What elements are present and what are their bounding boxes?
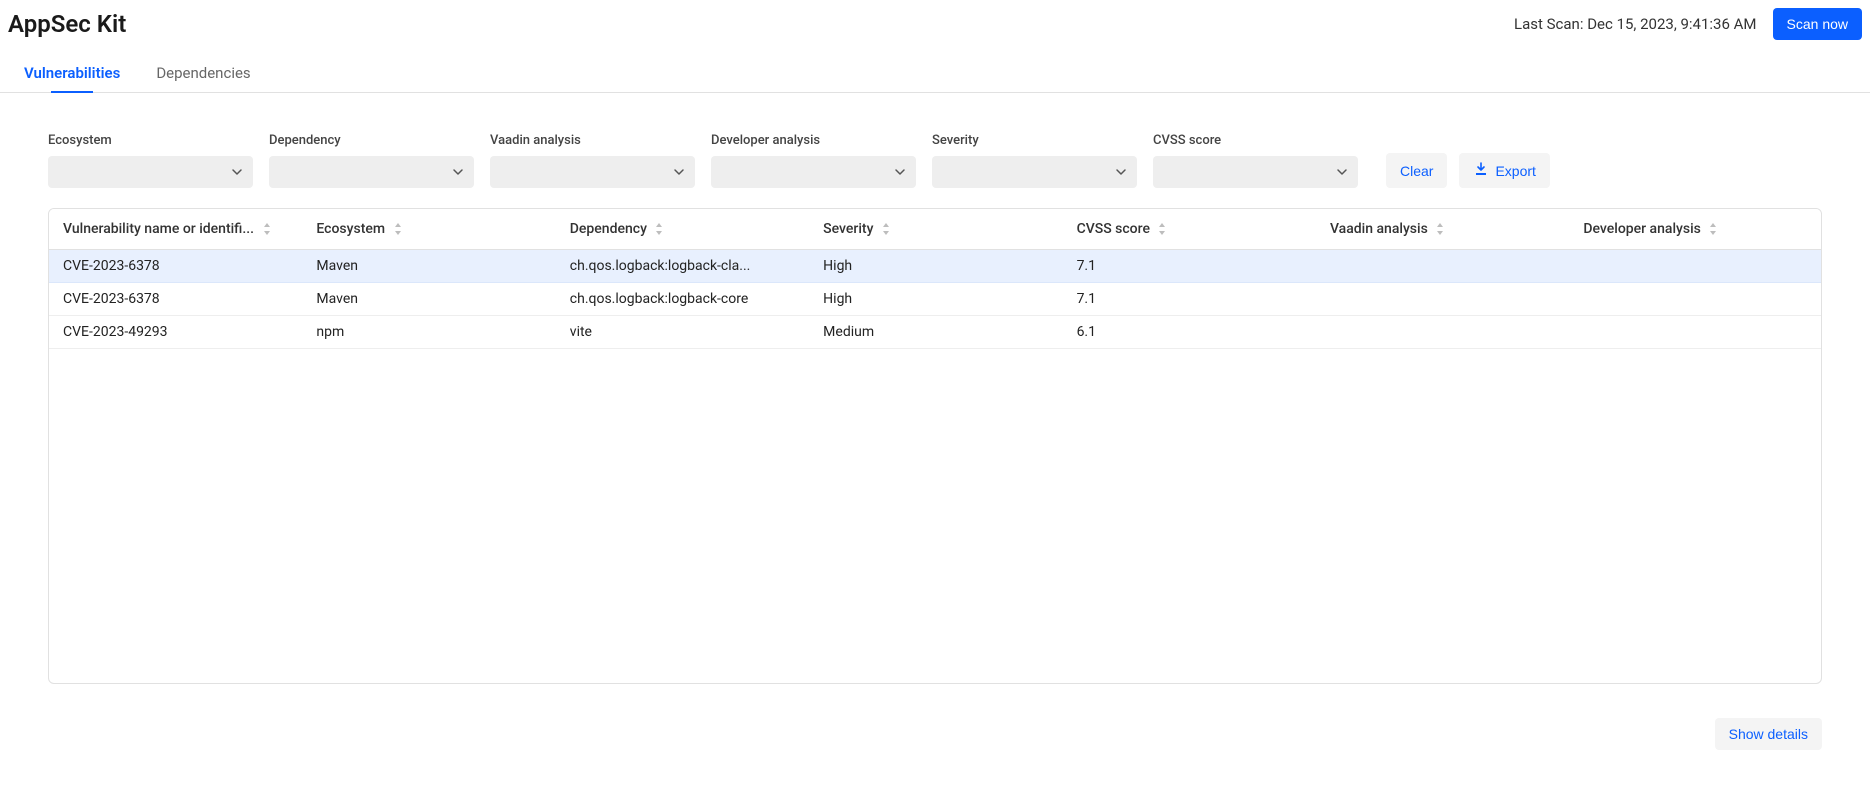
col-header-dependency-label: Dependency <box>570 221 647 237</box>
filter-dependency: Dependency <box>269 133 474 188</box>
last-scan-text: Last Scan: Dec 15, 2023, 9:41:36 AM <box>1514 15 1756 33</box>
filter-vaadin-analysis-label: Vaadin analysis <box>490 133 695 152</box>
tab-dependencies[interactable]: Dependencies <box>152 54 254 92</box>
sort-icon <box>881 223 891 235</box>
chevron-down-icon <box>1115 166 1127 178</box>
cell-dev <box>1569 283 1821 316</box>
download-icon <box>1473 161 1489 180</box>
col-header-ecosystem[interactable]: Ecosystem <box>302 209 555 250</box>
show-details-button[interactable]: Show details <box>1715 718 1822 750</box>
cell-severity: High <box>809 250 1062 283</box>
col-header-cvss-label: CVSS score <box>1077 221 1150 237</box>
vulnerabilities-table: Vulnerability name or identifi... Ecosys… <box>48 208 1822 684</box>
tabs: Vulnerabilities Dependencies <box>0 48 1870 93</box>
cell-severity: High <box>809 283 1062 316</box>
sort-icon <box>1157 223 1167 235</box>
sort-icon <box>1708 223 1718 235</box>
col-header-developer-analysis-label: Developer analysis <box>1583 221 1701 237</box>
scan-now-button[interactable]: Scan now <box>1773 8 1862 40</box>
filter-cvss-score-label: CVSS score <box>1153 133 1358 152</box>
chevron-down-icon <box>231 166 243 178</box>
filter-dependency-label: Dependency <box>269 133 474 152</box>
chevron-down-icon <box>1336 166 1348 178</box>
filter-developer-analysis-select[interactable] <box>711 156 916 188</box>
col-header-vaadin-analysis[interactable]: Vaadin analysis <box>1316 209 1569 250</box>
filters-row: Ecosystem Dependency Vaadin analysis <box>48 133 1822 188</box>
filter-vaadin-analysis: Vaadin analysis <box>490 133 695 188</box>
filter-ecosystem-label: Ecosystem <box>48 133 253 152</box>
cell-dev <box>1569 250 1821 283</box>
sort-icon <box>262 223 272 235</box>
sort-icon <box>654 223 664 235</box>
content: Ecosystem Dependency Vaadin analysis <box>0 93 1870 700</box>
sort-icon <box>393 223 403 235</box>
filter-cvss-score: CVSS score <box>1153 133 1358 188</box>
filter-ecosystem-select[interactable] <box>48 156 253 188</box>
chevron-down-icon <box>673 166 685 178</box>
table-row[interactable]: CVE-2023-6378 Maven ch.qos.logback:logba… <box>49 250 1821 283</box>
cell-dev <box>1569 316 1821 349</box>
export-button-label: Export <box>1495 163 1535 179</box>
cell-dependency: ch.qos.logback:logback-core <box>556 283 809 316</box>
col-header-vuln-name-label: Vulnerability name or identifi... <box>63 221 254 237</box>
col-header-severity-label: Severity <box>823 221 873 237</box>
filter-severity: Severity <box>932 133 1137 188</box>
col-header-vuln-name[interactable]: Vulnerability name or identifi... <box>49 209 302 250</box>
chevron-down-icon <box>894 166 906 178</box>
cell-dependency: vite <box>556 316 809 349</box>
chevron-down-icon <box>452 166 464 178</box>
table-empty-space <box>49 349 1821 683</box>
filter-vaadin-analysis-select[interactable] <box>490 156 695 188</box>
filter-severity-label: Severity <box>932 133 1137 152</box>
filter-developer-analysis-label: Developer analysis <box>711 133 916 152</box>
export-button[interactable]: Export <box>1459 153 1549 188</box>
col-header-vaadin-analysis-label: Vaadin analysis <box>1330 221 1428 237</box>
cell-cvss: 7.1 <box>1063 283 1316 316</box>
sort-icon <box>1435 223 1445 235</box>
cell-ecosystem: Maven <box>302 283 555 316</box>
col-header-developer-analysis[interactable]: Developer analysis <box>1569 209 1821 250</box>
cell-ecosystem: npm <box>302 316 555 349</box>
cell-cvss: 7.1 <box>1063 250 1316 283</box>
cell-vuln-id: CVE-2023-6378 <box>49 250 302 283</box>
filter-developer-analysis: Developer analysis <box>711 133 916 188</box>
col-header-cvss[interactable]: CVSS score <box>1063 209 1316 250</box>
cell-vaadin <box>1316 250 1569 283</box>
filter-dependency-select[interactable] <box>269 156 474 188</box>
cell-vuln-id: CVE-2023-49293 <box>49 316 302 349</box>
table-row[interactable]: CVE-2023-6378 Maven ch.qos.logback:logba… <box>49 283 1821 316</box>
filter-cvss-score-select[interactable] <box>1153 156 1358 188</box>
footer: Show details <box>0 700 1870 750</box>
col-header-ecosystem-label: Ecosystem <box>316 221 385 237</box>
clear-button[interactable]: Clear <box>1386 153 1447 188</box>
filter-severity-select[interactable] <box>932 156 1137 188</box>
cell-ecosystem: Maven <box>302 250 555 283</box>
cell-vaadin <box>1316 283 1569 316</box>
tab-vulnerabilities[interactable]: Vulnerabilities <box>20 54 124 92</box>
col-header-dependency[interactable]: Dependency <box>556 209 809 250</box>
page-title: AppSec Kit <box>8 10 126 38</box>
col-header-severity[interactable]: Severity <box>809 209 1062 250</box>
header-right: Last Scan: Dec 15, 2023, 9:41:36 AM Scan… <box>1514 8 1862 40</box>
filter-actions: Clear Export <box>1386 153 1550 188</box>
cell-vaadin <box>1316 316 1569 349</box>
cell-dependency: ch.qos.logback:logback-cla... <box>556 250 809 283</box>
cell-vuln-id: CVE-2023-6378 <box>49 283 302 316</box>
cell-severity: Medium <box>809 316 1062 349</box>
table-row[interactable]: CVE-2023-49293 npm vite Medium 6.1 <box>49 316 1821 349</box>
cell-cvss: 6.1 <box>1063 316 1316 349</box>
filter-ecosystem: Ecosystem <box>48 133 253 188</box>
header: AppSec Kit Last Scan: Dec 15, 2023, 9:41… <box>0 0 1870 48</box>
